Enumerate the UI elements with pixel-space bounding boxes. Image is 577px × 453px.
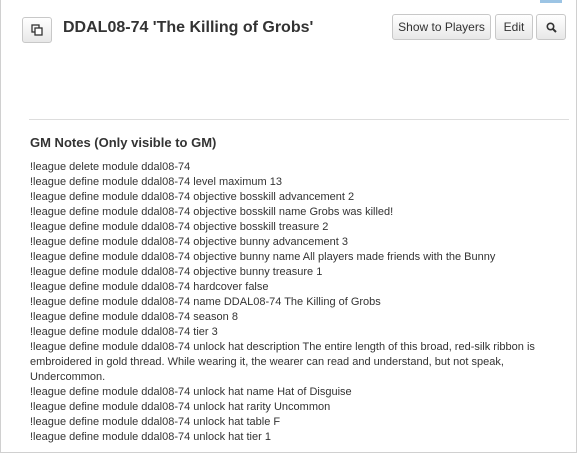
- window-accent: [540, 0, 562, 3]
- gm-note-line: !league define module ddal08-74 unlock h…: [30, 431, 271, 443]
- gm-note-line: !league delete module ddal08-74: [30, 161, 191, 173]
- gm-notes-body: !league delete module ddal08-74 !league …: [30, 160, 550, 445]
- popout-icon: [31, 24, 43, 36]
- gm-note-line: !league define module ddal08-74 objectiv…: [30, 191, 355, 203]
- gm-note-line: !league define module ddal08-74 level ma…: [30, 176, 282, 188]
- gm-note-line: !league define module ddal08-74 objectiv…: [30, 206, 394, 218]
- search-button[interactable]: [536, 14, 566, 40]
- gm-note-line: !league define module ddal08-74 unlock h…: [30, 401, 331, 413]
- gm-notes-heading: GM Notes (Only visible to GM): [30, 135, 217, 150]
- gm-note-line: !league define module ddal08-74 unlock h…: [30, 416, 281, 428]
- gm-note-line: !league define module ddal08-74 season 8: [30, 311, 238, 323]
- gm-note-line: !league define module ddal08-74 objectiv…: [30, 236, 349, 248]
- handout-window: DDAL08-74 'The Killing of Grobs' Show to…: [0, 0, 577, 453]
- show-to-players-button[interactable]: Show to Players: [392, 14, 491, 40]
- gm-note-line: !league define module ddal08-74 objectiv…: [30, 221, 329, 233]
- edit-button[interactable]: Edit: [495, 14, 533, 40]
- search-icon: [545, 21, 557, 33]
- popout-button[interactable]: [22, 17, 52, 43]
- gm-note-line: !league define module ddal08-74 objectiv…: [30, 266, 323, 278]
- page-title: DDAL08-74 'The Killing of Grobs': [63, 19, 314, 36]
- gm-note-line: !league define module ddal08-74 unlock h…: [30, 386, 352, 398]
- gm-note-line: !league define module ddal08-74 hardcove…: [30, 281, 269, 293]
- gm-note-line: !league define module ddal08-74 objectiv…: [30, 251, 496, 263]
- gm-note-line: !league define module ddal08-74 tier 3: [30, 326, 218, 338]
- gm-note-line: !league define module ddal08-74 name DDA…: [30, 296, 381, 308]
- gm-note-line: !league define module ddal08-74 unlock h…: [30, 341, 535, 383]
- section-divider: [29, 119, 569, 120]
